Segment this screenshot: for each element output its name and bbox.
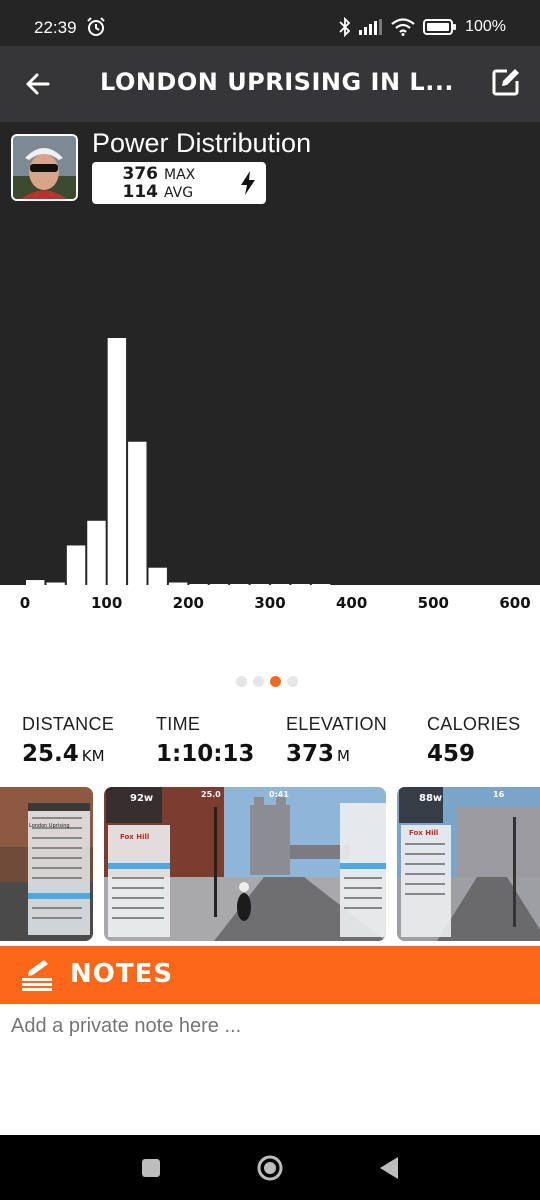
screenshot-thumbnail[interactable]: 88w 16 Fox Hill [397,787,540,941]
power-distribution-panel[interactable]: 0 100 200 300 400 500 600 Power Distribution 3… [0,122,540,620]
wifi-icon [391,18,415,36]
page-indicator [236,676,298,687]
histogram-bar [168,582,188,585]
screenshot-thumbnail[interactable]: London Uprising [0,787,93,941]
private-note-input[interactable] [11,1015,529,1038]
stat-time: TIME 1:10:13 [156,714,254,767]
x-tick-label: 400 [336,594,367,612]
stat-label: DISTANCE [22,714,115,734]
ride-stats: DISTANCE 25.4 KM TIME 1:10:13 ELEVATION 3… [0,714,540,774]
stat-unit: KM [81,747,105,765]
histogram-bar [250,584,269,585]
screenshot-hud-power: 92w [130,793,153,804]
page-dot[interactable] [287,676,298,687]
activity-title: LONDON UPRISING IN L... [100,68,455,96]
avg-power-value: 114 [122,182,159,202]
screenshot-label: London Uprising [29,823,70,829]
stat-label: CALORIES [427,714,521,734]
histogram-bar [148,567,167,585]
alarm-icon [87,17,105,36]
notes-heading: NOTES [70,959,174,989]
screenshot-hud-time: 0:41 [269,790,289,799]
stat-label: ELEVATION [286,714,388,734]
stat-elevation: ELEVATION 373 M [286,714,387,767]
histogram-bar [291,584,310,585]
screenshot-label: Fox Hill [120,833,149,841]
lightning-bolt-icon [241,171,255,195]
power-summary-box: 376 MAX 114 AVG [92,162,266,204]
x-tick-label: 100 [91,594,122,612]
histogram-bar [87,520,106,585]
histogram-bar [311,584,331,585]
page-dot[interactable] [270,676,281,687]
histogram-bar [26,580,45,585]
system-nav-bar [0,1135,540,1200]
signal-icon [359,19,383,35]
stat-value: 373 [286,741,335,767]
recents-icon[interactable] [136,1153,166,1183]
back-icon[interactable] [374,1153,404,1183]
rider-photo [13,136,76,199]
stat-calories: CALORIES 459 [427,714,520,767]
histogram-bar [189,584,208,585]
histogram-bar [209,584,229,585]
notes-pencil-icon [22,960,52,991]
avg-power-label: AVG [164,185,194,201]
battery-percent: 100% [465,18,506,35]
page-dot[interactable] [236,676,247,687]
status-bar: 22:39 100% [0,0,540,46]
avatar [11,134,78,201]
stat-value: 459 [427,741,476,767]
max-power-label: MAX [164,167,196,183]
screenshot-thumbnail[interactable]: 92w 25.0 0:41 Fox Hill [104,787,386,941]
chart-title: Power Distribution [92,128,312,158]
x-tick-label: 600 [499,594,530,612]
x-tick-label: 0 [20,594,30,612]
histogram-bar [107,338,127,585]
page-dot[interactable] [253,676,264,687]
screenshot-hud-distance: 16 [493,790,505,799]
histogram-bar [46,582,65,585]
screenshot-hud-distance: 25.0 [201,790,221,799]
histogram-bar [66,545,86,585]
stat-value: 1:10:13 [156,741,255,767]
max-power-value: 376 [122,164,159,184]
home-icon[interactable] [255,1153,285,1183]
arrow-left-icon[interactable] [22,68,54,100]
histogram-bar [230,584,249,585]
battery-icon [423,19,457,35]
clock: 22:39 [34,18,77,37]
x-tick-label: 300 [254,594,285,612]
x-tick-label: 200 [173,594,204,612]
stat-distance: DISTANCE 25.4 KM [22,714,114,767]
stat-value: 25.4 [22,741,79,767]
x-tick-label: 500 [418,594,449,612]
screenshot-label: Fox Hill [409,829,438,837]
stat-unit: M [337,747,350,765]
power-distribution-chart: 0 100 200 300 400 500 600 [0,338,540,620]
bluetooth-icon [339,17,351,37]
histogram-bar [128,441,147,585]
screenshot-carousel[interactable]: London Uprising 92w 25.0 0:41 Fox Hill 8… [0,787,540,941]
screenshot-hud-power: 88w [419,793,442,804]
edit-icon[interactable] [490,66,522,98]
notes-header: NOTES [0,946,540,1004]
stat-label: TIME [156,714,201,734]
app-bar: LONDON UPRISING IN L... [0,46,540,122]
histogram-bar [271,584,290,585]
